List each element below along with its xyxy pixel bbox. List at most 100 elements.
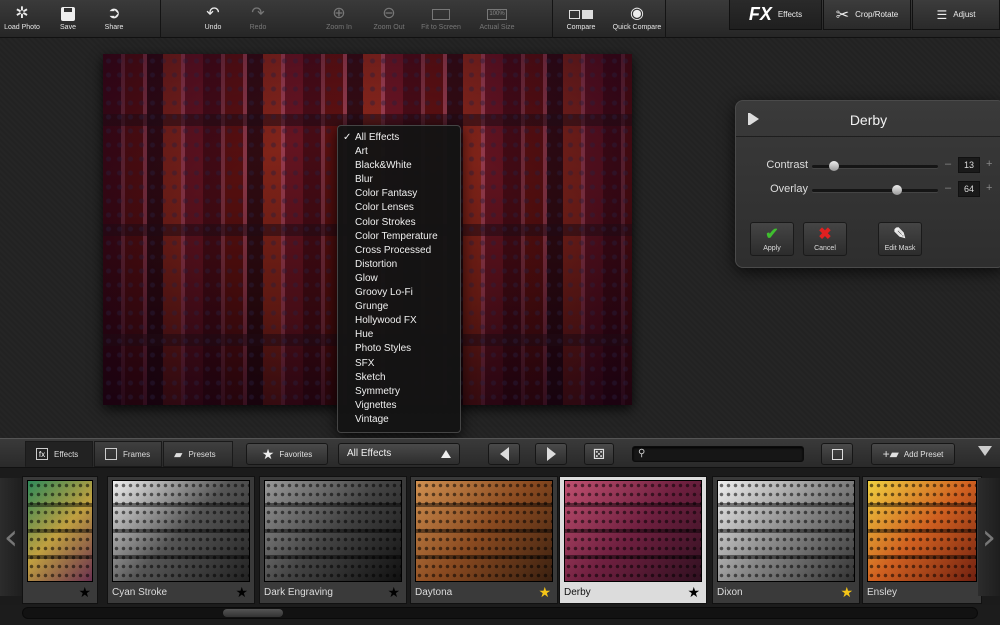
- add-preset-button[interactable]: +▰ Add Preset: [871, 443, 955, 465]
- contrast-value[interactable]: 13: [958, 157, 980, 173]
- favorite-star-icon[interactable]: ★: [235, 585, 248, 599]
- overlay-slider[interactable]: [812, 185, 938, 195]
- dropdown-item-label: Color Strokes: [355, 216, 416, 228]
- actual-size-button[interactable]: 100% Actual Size: [474, 0, 520, 38]
- dropdown-item[interactable]: Black&White: [338, 159, 460, 173]
- dropdown-item[interactable]: Vintage: [338, 413, 460, 427]
- share-icon: ➲: [107, 5, 121, 22]
- mode-tab-adjust[interactable]: ☰ Adjust: [912, 0, 1000, 30]
- effect-preview-image: [264, 480, 402, 582]
- contrast-slider-thumb[interactable]: [829, 161, 840, 171]
- dropdown-item[interactable]: Color Lenses: [338, 201, 460, 215]
- dropdown-item[interactable]: Groovy Lo-Fi: [338, 286, 460, 300]
- favorite-star-icon[interactable]: ★: [687, 585, 700, 599]
- contrast-increment[interactable]: +: [986, 158, 992, 170]
- overlay-increment[interactable]: +: [986, 182, 992, 194]
- dropdown-item[interactable]: Glow: [338, 272, 460, 286]
- dropdown-item[interactable]: Hollywood FX: [338, 314, 460, 328]
- arrow-right-icon: [546, 447, 556, 461]
- scroll-right-button[interactable]: ›: [978, 478, 1000, 596]
- favorite-star-icon[interactable]: ★: [387, 585, 400, 599]
- dropdown-item-label: Distortion: [355, 258, 398, 270]
- dropdown-item[interactable]: Symmetry: [338, 385, 460, 399]
- load-photo-button[interactable]: ✲ Load Photo: [2, 0, 42, 38]
- share-button[interactable]: ➲ Share: [94, 0, 134, 38]
- effect-thumbnail[interactable]: Cyan Stroke ★: [107, 476, 255, 604]
- effect-name: Daytona: [415, 587, 453, 598]
- effects-filter-select[interactable]: All Effects: [338, 443, 460, 465]
- contrast-slider[interactable]: [812, 161, 938, 171]
- search-icon: ⚲: [638, 448, 646, 459]
- undo-button[interactable]: ↶ Undo: [194, 0, 232, 38]
- next-button[interactable]: [535, 443, 567, 465]
- top-toolbar: ✲ Load Photo Save ➲ Share ↶ Undo ↷ Redo …: [0, 0, 1000, 38]
- floppy-disk-icon: [57, 4, 79, 24]
- scrollbar-thumb[interactable]: [223, 609, 283, 617]
- favorite-star-icon[interactable]: ★: [538, 585, 551, 599]
- effect-thumbnail[interactable]: Daytona ★: [410, 476, 558, 604]
- effect-thumbnail[interactable]: Dixon ★: [712, 476, 860, 604]
- redo-button[interactable]: ↷ Redo: [239, 0, 277, 38]
- cancel-button[interactable]: ✖ Cancel: [803, 222, 847, 256]
- gear-icon: ✲: [15, 5, 29, 22]
- effect-thumbnail[interactable]: Ensley: [862, 476, 982, 604]
- dropdown-item[interactable]: Grunge: [338, 300, 460, 314]
- compare-button[interactable]: Compare: [558, 0, 604, 38]
- filmstrip-scrollbar[interactable]: [22, 607, 978, 619]
- zoom-out-label: Zoom Out: [373, 24, 405, 31]
- view-toggle-button[interactable]: [821, 443, 853, 465]
- tab-frames[interactable]: Frames: [94, 441, 162, 467]
- edit-mask-button[interactable]: ✎ Edit Mask: [878, 222, 922, 256]
- add-preset-label: Add Preset: [903, 449, 944, 459]
- search-input[interactable]: [651, 447, 801, 461]
- dropdown-item[interactable]: Color Temperature: [338, 230, 460, 244]
- effect-thumbnail[interactable]: ★: [22, 476, 98, 604]
- zoom-in-button[interactable]: ⊕ Zoom In: [320, 0, 358, 38]
- fit-screen-icon: [430, 4, 452, 24]
- overlay-slider-thumb[interactable]: [892, 185, 903, 195]
- favorite-star-icon[interactable]: ★: [78, 585, 91, 599]
- favorite-star-icon[interactable]: ★: [840, 585, 853, 599]
- contrast-row: Contrast – 13 +: [736, 156, 1000, 176]
- dropdown-item[interactable]: Cross Processed: [338, 244, 460, 258]
- dropdown-item[interactable]: Color Strokes: [338, 216, 460, 230]
- eye-icon: ◉: [630, 5, 644, 22]
- contrast-decrement[interactable]: –: [945, 158, 951, 170]
- zoom-in-label: Zoom In: [326, 24, 352, 31]
- dropdown-item[interactable]: Art: [338, 145, 460, 159]
- dropdown-item[interactable]: Distortion: [338, 258, 460, 272]
- tab-effects[interactable]: fx Effects: [25, 441, 93, 467]
- dropdown-item[interactable]: Vignettes: [338, 399, 460, 413]
- mode-tab-crop-rotate[interactable]: ✂ Crop/Rotate: [823, 0, 911, 30]
- collapse-icon[interactable]: [978, 446, 992, 456]
- dropdown-item[interactable]: SFX: [338, 357, 460, 371]
- effect-thumbnail[interactable]: Derby ★: [559, 476, 707, 604]
- compare-label: Compare: [566, 24, 596, 31]
- effect-thumbnail[interactable]: Dark Engraving ★: [259, 476, 407, 604]
- quick-compare-button[interactable]: ◉ Quick Compare: [610, 0, 664, 38]
- save-button[interactable]: Save: [48, 0, 88, 38]
- random-button[interactable]: ⚄: [584, 443, 614, 465]
- zoom-out-button[interactable]: ⊖ Zoom Out: [368, 0, 410, 38]
- dropdown-item[interactable]: Color Fantasy: [338, 187, 460, 201]
- dropdown-item[interactable]: Blur: [338, 173, 460, 187]
- filter-selected-label: All Effects: [347, 448, 392, 459]
- square-icon: [831, 448, 843, 460]
- mode-tab-effects[interactable]: FX Effects: [729, 0, 822, 30]
- fit-to-screen-button[interactable]: Fit to Screen: [416, 0, 466, 38]
- overlay-value[interactable]: 64: [958, 181, 980, 197]
- mode-crop-label: Crop/Rotate: [855, 10, 899, 19]
- tab-effects-label: Effects: [54, 449, 79, 459]
- dropdown-item[interactable]: ✓ All Effects: [338, 131, 460, 145]
- favorites-button[interactable]: ★ Favorites: [246, 443, 328, 465]
- previous-button[interactable]: [488, 443, 520, 465]
- effect-name: Dark Engraving: [264, 587, 333, 598]
- tab-presets[interactable]: ▰ Presets: [163, 441, 233, 467]
- scroll-left-button[interactable]: ‹: [0, 478, 22, 596]
- dropdown-item[interactable]: Sketch: [338, 371, 460, 385]
- chevron-right-icon: ›: [981, 516, 997, 558]
- apply-button[interactable]: ✔ Apply: [750, 222, 794, 256]
- overlay-decrement[interactable]: –: [945, 182, 951, 194]
- dropdown-item[interactable]: Photo Styles: [338, 342, 460, 356]
- dropdown-item[interactable]: Hue: [338, 328, 460, 342]
